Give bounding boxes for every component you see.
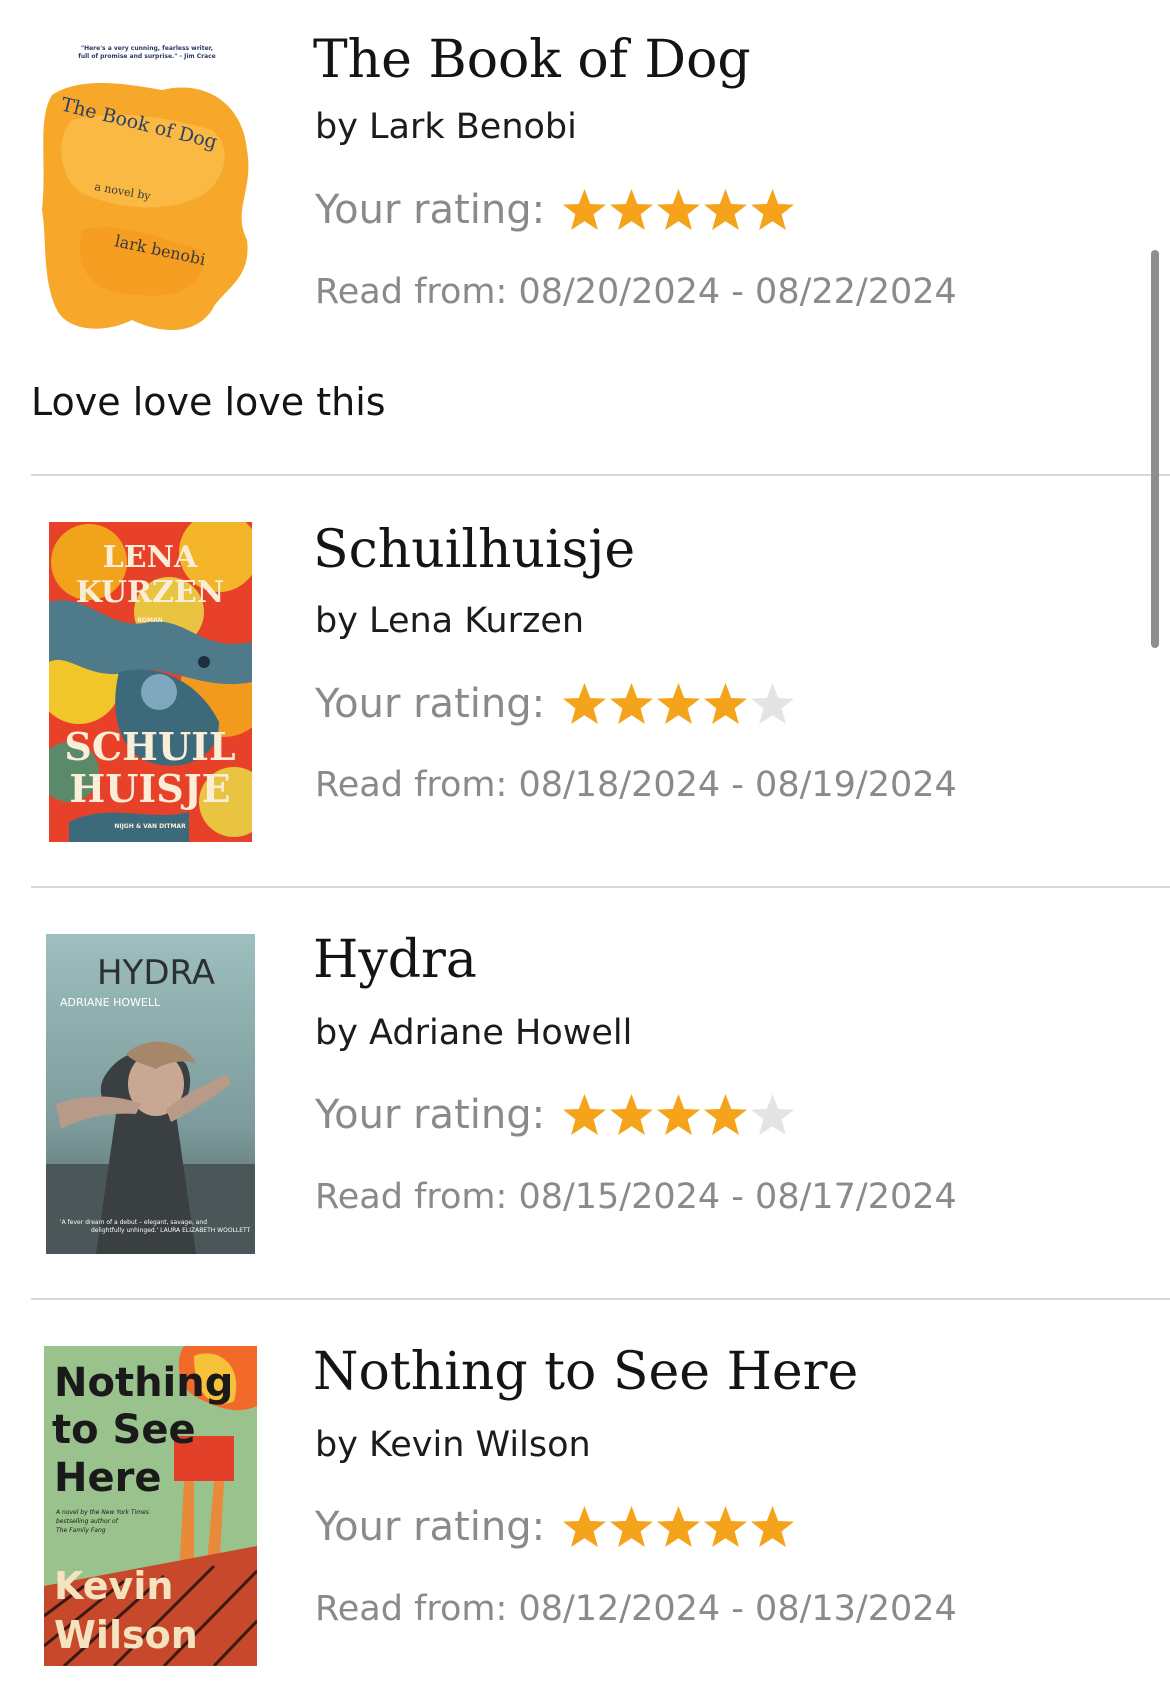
rating-row: Your rating: <box>315 1089 796 1141</box>
star-filled-icon[interactable] <box>702 1092 749 1138</box>
book-entry[interactable]: LENA KURZEN ROMAN SCHUIL HUISJE NIJGH & … <box>0 476 1170 886</box>
read-dates: Read from: 08/20/2024 - 08/22/2024 <box>315 272 957 312</box>
read-dates: Read from: 08/12/2024 - 08/13/2024 <box>315 1589 957 1629</box>
review-text: Love love love this <box>31 380 386 424</box>
book-author[interactable]: by Lark Benobi <box>315 110 577 145</box>
rating-label: Your rating: <box>315 1092 546 1138</box>
rating-row: Your rating: <box>315 1501 796 1553</box>
book-author[interactable]: by Adriane Howell <box>315 1016 632 1051</box>
cover-blurb: "Here's a very cunning, fearless writer, <box>81 45 213 52</box>
star-empty-icon[interactable] <box>749 1092 796 1138</box>
star-filled-icon[interactable] <box>608 1504 655 1550</box>
read-dates: Read from: 08/15/2024 - 08/17/2024 <box>315 1177 957 1217</box>
star-filled-icon[interactable] <box>655 1092 702 1138</box>
star-filled-icon[interactable] <box>561 681 608 727</box>
cover-title-line2: HUISJE <box>69 766 230 811</box>
star-filled-icon[interactable] <box>655 187 702 233</box>
cover-title-line2: to See <box>52 1407 196 1453</box>
cover-quote-line2: delightfully unhinged.' LAURA ELIZABETH … <box>91 1227 251 1234</box>
cover-author-line1: Kevin <box>54 1564 173 1608</box>
star-empty-icon[interactable] <box>749 681 796 727</box>
cover-title-line1: Nothing <box>54 1360 233 1406</box>
star-filled-icon[interactable] <box>655 1504 702 1550</box>
svg-text:The Family Fang: The Family Fang <box>56 1527 106 1534</box>
book-entry[interactable]: Nothing to See Here A novel by the New Y… <box>0 1300 1170 1691</box>
book-cover-image[interactable]: Nothing to See Here A novel by the New Y… <box>44 1346 257 1666</box>
star-filled-icon[interactable] <box>702 1504 749 1550</box>
rating-row: Your rating: <box>315 678 796 730</box>
cover-author-line2: Wilson <box>54 1613 198 1657</box>
star-filled-icon[interactable] <box>608 681 655 727</box>
star-filled-icon[interactable] <box>608 187 655 233</box>
cover-quote-line1: 'A fever dream of a debut – elegant, sav… <box>60 1219 207 1226</box>
cover-author-line2: KURZEN <box>76 575 224 610</box>
star-filled-icon[interactable] <box>749 187 796 233</box>
star-filled-icon[interactable] <box>749 1504 796 1550</box>
cover-tagline: A novel by the New York Times <box>55 1509 149 1516</box>
svg-text:bestselling author of: bestselling author of <box>56 1518 119 1525</box>
star-filled-icon[interactable] <box>655 681 702 727</box>
read-dates: Read from: 08/18/2024 - 08/19/2024 <box>315 765 957 805</box>
book-title[interactable]: Hydra <box>313 934 477 986</box>
star-filled-icon[interactable] <box>561 1092 608 1138</box>
star-filled-icon[interactable] <box>561 187 608 233</box>
star-rating[interactable] <box>561 1504 796 1550</box>
cover-publisher: NIJGH & VAN DITMAR <box>114 823 186 830</box>
rating-label: Your rating: <box>315 1504 546 1550</box>
cover-title-text: HYDRA <box>97 953 215 993</box>
cover-author-text: ADRIANE HOWELL <box>60 996 161 1009</box>
svg-text:full of promise and surprise.": full of promise and surprise." - Jim Cra… <box>78 53 216 60</box>
book-entry[interactable]: "Here's a very cunning, fearless writer,… <box>0 0 1170 470</box>
book-cover-image[interactable]: "Here's a very cunning, fearless writer,… <box>42 40 252 340</box>
star-rating[interactable] <box>561 681 796 727</box>
book-title[interactable]: Schuilhuisje <box>313 524 635 576</box>
book-author[interactable]: by Kevin Wilson <box>315 1428 591 1463</box>
star-filled-icon[interactable] <box>561 1504 608 1550</box>
cover-genre: ROMAN <box>137 617 162 624</box>
book-title[interactable]: Nothing to See Here <box>313 1346 858 1398</box>
book-author[interactable]: by Lena Kurzen <box>315 604 584 639</box>
star-filled-icon[interactable] <box>702 681 749 727</box>
book-cover-image[interactable]: HYDRA ADRIANE HOWELL 'A fever dream of a… <box>46 934 255 1254</box>
cover-author-line1: LENA <box>103 540 198 575</box>
star-filled-icon[interactable] <box>702 187 749 233</box>
star-rating[interactable] <box>561 1092 796 1138</box>
rating-row: Your rating: <box>315 184 796 236</box>
cover-title-line1: SCHUIL <box>64 724 235 769</box>
rating-label: Your rating: <box>315 187 546 233</box>
book-title[interactable]: The Book of Dog <box>313 34 751 86</box>
star-filled-icon[interactable] <box>608 1092 655 1138</box>
rating-label: Your rating: <box>315 681 546 727</box>
scrollbar[interactable] <box>1151 250 1159 648</box>
cover-title-line3: Here <box>54 1455 161 1501</box>
star-rating[interactable] <box>561 187 796 233</box>
book-entry[interactable]: HYDRA ADRIANE HOWELL 'A fever dream of a… <box>0 888 1170 1298</box>
book-cover-image[interactable]: LENA KURZEN ROMAN SCHUIL HUISJE NIJGH & … <box>49 522 252 842</box>
